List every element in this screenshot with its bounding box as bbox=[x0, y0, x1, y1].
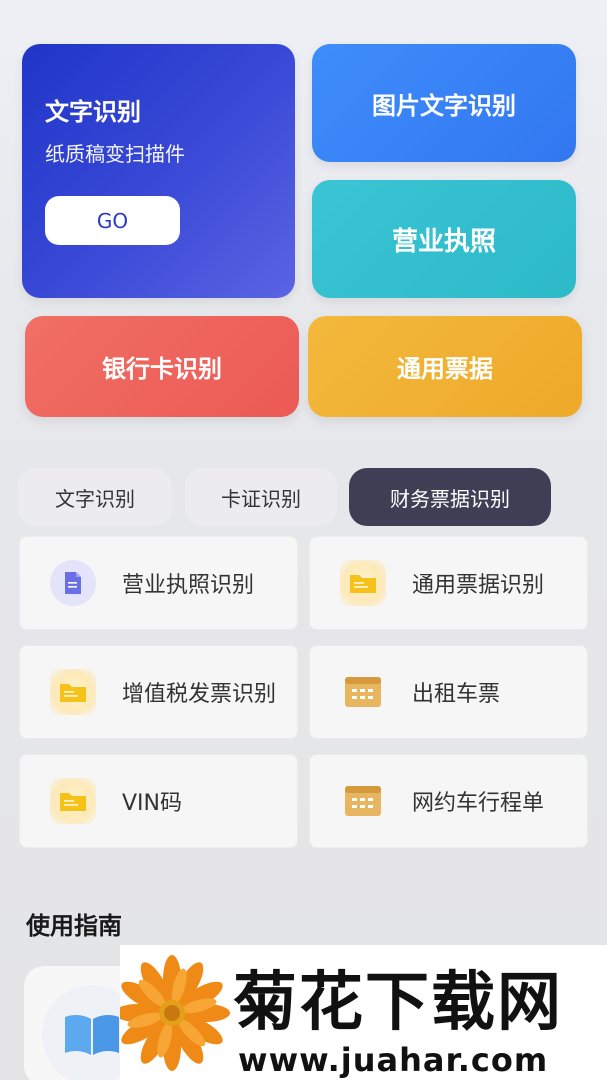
ticket-grid-icon bbox=[340, 669, 386, 715]
list-item-business-license[interactable]: 营业执照识别 bbox=[19, 536, 298, 630]
list-item-general-ticket[interactable]: 通用票据识别 bbox=[309, 536, 588, 630]
watermark-banner: 菊花下载网 www.juahar.com bbox=[114, 945, 607, 1080]
folder-icon bbox=[50, 778, 96, 824]
tab-text-recognition[interactable]: 文字识别 bbox=[18, 468, 172, 526]
ticket-grid-icon bbox=[340, 778, 386, 824]
tab-card-recognition[interactable]: 卡证识别 bbox=[185, 468, 337, 526]
list-item-label: 网约车行程单 bbox=[412, 791, 545, 816]
go-button[interactable]: GO bbox=[45, 196, 180, 245]
hero-subtitle: 纸质稿变扫描件 bbox=[45, 142, 185, 166]
list-item-label: 出租车票 bbox=[412, 682, 501, 707]
list-item-label: VIN码 bbox=[122, 791, 182, 816]
flower-logo-icon bbox=[114, 955, 232, 1079]
folder-icon bbox=[340, 560, 386, 606]
image-text-recognition-card[interactable]: 图片文字识别 bbox=[312, 44, 576, 162]
tab-finance-ticket-recognition[interactable]: 财务票据识别 bbox=[349, 468, 551, 526]
section-title: 使用指南 bbox=[26, 912, 122, 940]
business-license-card[interactable]: 营业执照 bbox=[312, 180, 576, 298]
bankcard-recognition-card[interactable]: 银行卡识别 bbox=[25, 316, 299, 417]
list-item-vat-invoice[interactable]: 增值税发票识别 bbox=[19, 645, 298, 739]
hero-title: 文字识别 bbox=[45, 98, 141, 126]
folder-icon bbox=[50, 669, 96, 715]
watermark-brand: 菊花下载网 bbox=[233, 966, 563, 1040]
list-item-label: 增值税发票识别 bbox=[122, 682, 277, 707]
list-item-vin-code[interactable]: VIN码 bbox=[19, 754, 298, 848]
list-item-taxi-receipt[interactable]: 出租车票 bbox=[309, 645, 588, 739]
list-item-ride-hailing-itinerary[interactable]: 网约车行程单 bbox=[309, 754, 588, 848]
general-ticket-card[interactable]: 通用票据 bbox=[308, 316, 582, 417]
watermark-url: www.juahar.com bbox=[238, 1041, 549, 1079]
list-item-label: 通用票据识别 bbox=[412, 573, 545, 598]
text-recognition-card[interactable]: 文字识别 纸质稿变扫描件 GO bbox=[22, 44, 295, 298]
list-item-label: 营业执照识别 bbox=[122, 573, 255, 598]
document-icon bbox=[50, 560, 96, 606]
